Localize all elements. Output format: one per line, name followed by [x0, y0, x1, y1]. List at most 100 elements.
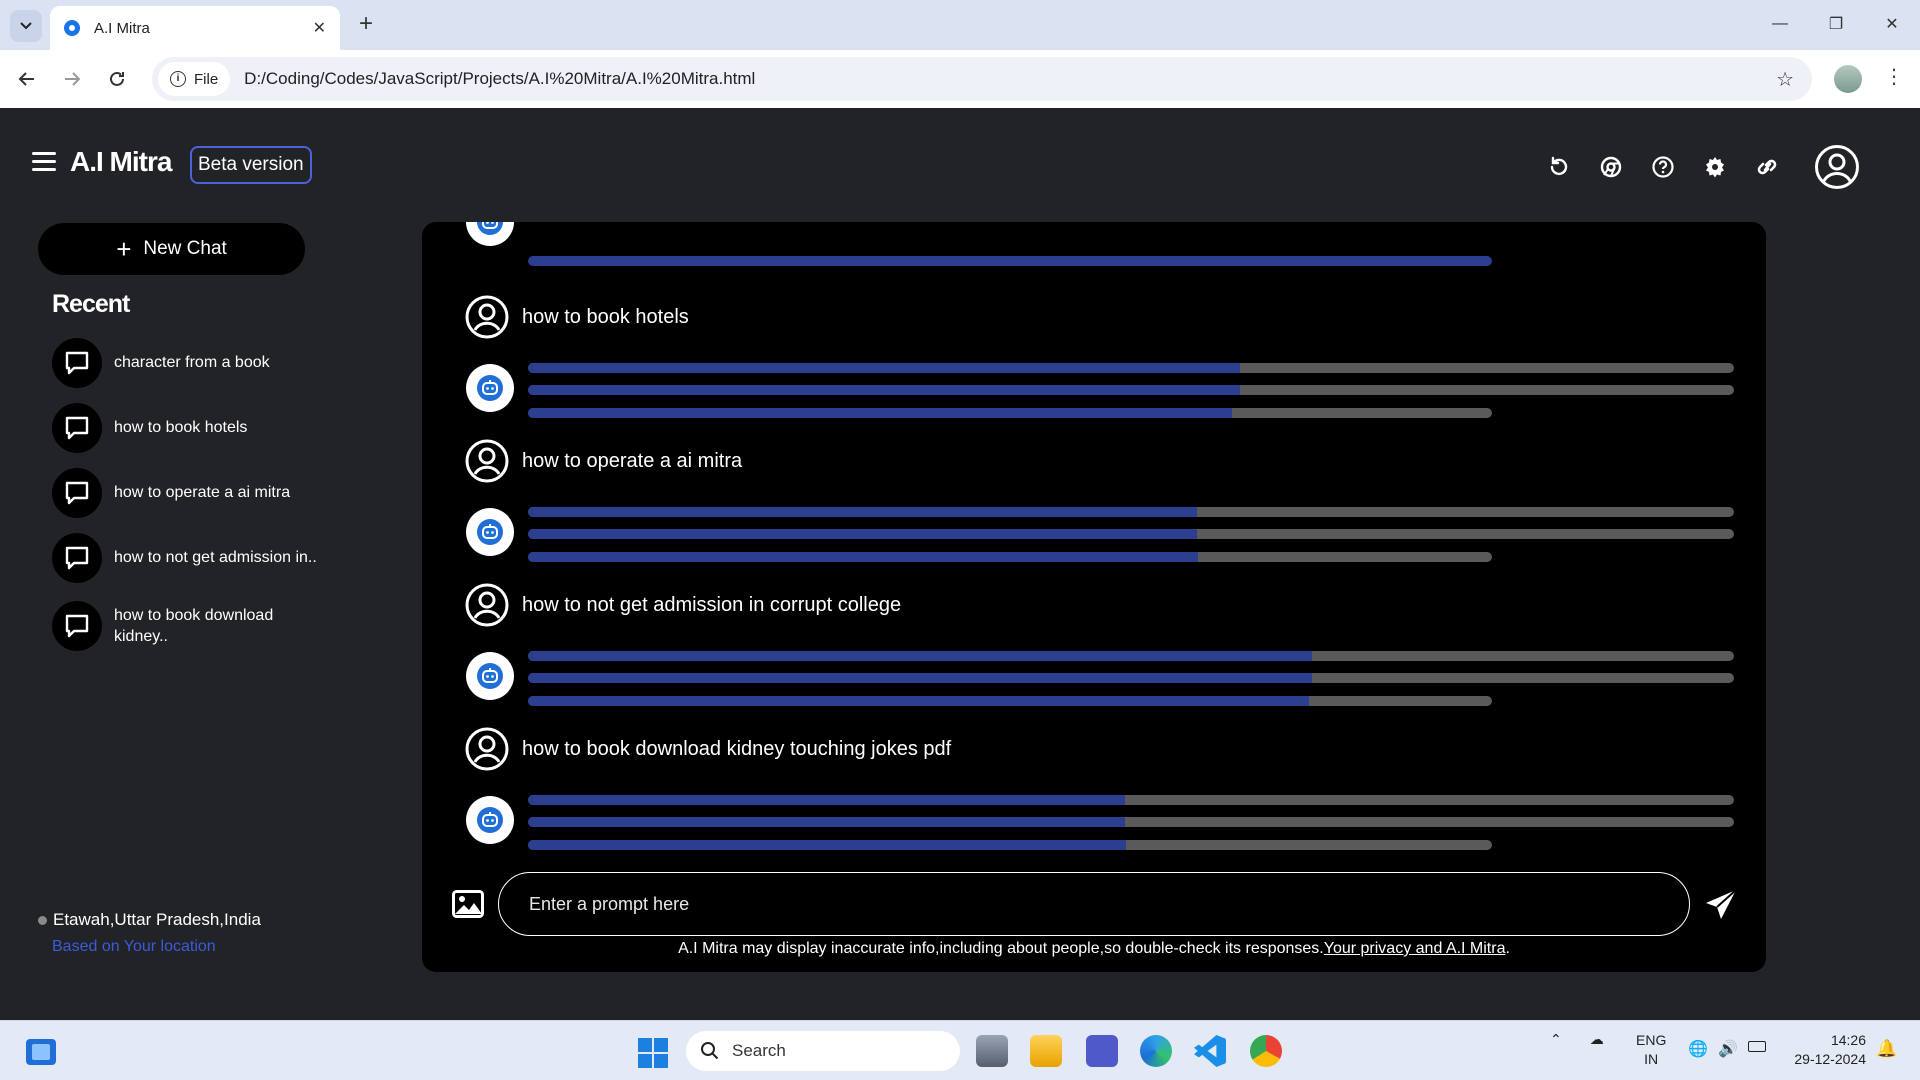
location-link[interactable]: Based on Your location	[52, 938, 261, 956]
recent-item-label: how to book download kidney..	[114, 607, 274, 645]
recent-item-label: how to not get admission in..	[114, 549, 317, 566]
loading-bar	[528, 673, 1734, 683]
onedrive-icon[interactable]: ☁	[1590, 1031, 1604, 1048]
message-list[interactable]: how to book hotels how to operate a ai m…	[422, 222, 1766, 870]
loading-bar	[528, 408, 1492, 418]
menu-icon[interactable]	[32, 152, 56, 172]
chrome-icon[interactable]	[1598, 154, 1624, 180]
taskbar-search[interactable]: Search	[686, 1031, 960, 1071]
chat-bubble-icon	[52, 337, 102, 388]
window-controls: — ❐ ✕	[1752, 0, 1920, 48]
browser-menu-icon[interactable]: ⋮	[1884, 64, 1904, 89]
widgets-icon[interactable]	[26, 1039, 56, 1065]
chat-panel: how to book hotels how to operate a ai m…	[422, 222, 1766, 972]
bookmark-star-icon[interactable]: ☆	[1776, 67, 1794, 92]
user-message-text: how to book download kidney touching jok…	[522, 737, 952, 760]
tab-title: A.I Mitra	[94, 19, 150, 37]
new-chat-label: New Chat	[143, 238, 227, 259]
url-text[interactable]: D:/Coding/Codes/JavaScript/Projects/A.I%…	[244, 69, 1776, 89]
user-avatar-icon	[465, 439, 509, 483]
back-button[interactable]	[12, 64, 42, 94]
loading-bar	[528, 256, 1492, 266]
vscode-icon[interactable]	[1194, 1035, 1226, 1067]
recent-item[interactable]: how to book hotels	[52, 395, 352, 460]
language-indicator[interactable]: ENG IN	[1636, 1031, 1666, 1069]
close-window-button[interactable]: ✕	[1864, 0, 1920, 48]
prompt-bar	[422, 872, 1766, 936]
info-icon: i	[170, 71, 186, 87]
loading-bar	[528, 552, 1492, 562]
user-avatar-icon	[465, 583, 509, 627]
browser-tabstrip: A.I Mitra ✕ + — ❐ ✕	[0, 0, 1920, 50]
file-explorer-icon[interactable]	[1030, 1035, 1062, 1067]
top-icon-bar	[1520, 144, 1860, 190]
image-upload-icon[interactable]	[452, 890, 484, 918]
battery-icon[interactable]	[1748, 1041, 1766, 1052]
send-icon[interactable]	[1704, 888, 1738, 922]
user-message: how to book download kidney touching jok…	[464, 726, 951, 772]
loading-bar	[528, 696, 1492, 706]
app-brand: A.I Mitra	[70, 146, 172, 177]
help-icon[interactable]	[1650, 154, 1676, 180]
user-account-icon[interactable]	[1814, 144, 1860, 190]
forward-button[interactable]	[57, 64, 87, 94]
loading-bar	[528, 363, 1734, 373]
location-info: Etawah,Uttar Pradesh,India Based on Your…	[38, 910, 261, 956]
loading-bar	[528, 840, 1492, 850]
bot-avatar-icon	[466, 222, 514, 246]
tab-search-button[interactable]	[10, 10, 42, 42]
edge-icon[interactable]	[1140, 1035, 1172, 1067]
search-icon	[701, 1042, 719, 1060]
privacy-link[interactable]: Your privacy and A.I Mitra	[1324, 940, 1506, 957]
bot-avatar-icon	[466, 652, 514, 700]
windows-taskbar: Search ⌃ ☁ ENG IN 🌐 🔊 14:26 29-12-2024 🔔	[0, 1020, 1920, 1080]
bot-avatar-icon	[466, 364, 514, 412]
teams-icon[interactable]	[1086, 1035, 1118, 1067]
chat-bubble-icon	[52, 532, 102, 583]
prompt-input[interactable]	[498, 872, 1690, 936]
loading-bar	[528, 385, 1734, 395]
close-tab-icon[interactable]: ✕	[313, 18, 326, 38]
disclaimer: A.I Mitra may display inaccurate info,in…	[422, 940, 1766, 958]
link-icon[interactable]	[1754, 154, 1780, 180]
new-tab-button[interactable]: +	[352, 10, 380, 38]
notification-bell-icon[interactable]: 🔔	[1876, 1039, 1897, 1059]
address-bar[interactable]: i File D:/Coding/Codes/JavaScript/Projec…	[152, 57, 1812, 101]
recent-item-label: character from a book	[114, 354, 270, 371]
recent-item[interactable]: character from a book	[52, 330, 352, 395]
chat-bubble-icon	[52, 467, 102, 518]
arrow-right-icon	[65, 72, 81, 86]
chevron-up-icon[interactable]: ⌃	[1550, 1031, 1562, 1048]
history-icon[interactable]	[1546, 154, 1572, 180]
profile-avatar[interactable]	[1834, 65, 1862, 93]
system-tray: ⌃ ☁	[1550, 1031, 1604, 1048]
clock[interactable]: 14:26 29-12-2024	[1780, 1031, 1866, 1069]
arrow-left-icon	[18, 72, 34, 86]
network-icon[interactable]: 🌐	[1688, 1039, 1708, 1059]
windows-start-icon[interactable]	[638, 1038, 668, 1068]
new-chat-button[interactable]: + New Chat	[38, 223, 305, 275]
disclaimer-end: .	[1505, 940, 1510, 957]
user-message-text: how to operate a ai mitra	[522, 449, 743, 472]
reload-button[interactable]	[102, 64, 132, 94]
task-view-icon[interactable]	[976, 1035, 1008, 1067]
settings-gear-icon[interactable]	[1702, 154, 1728, 180]
restore-button[interactable]: ❐	[1808, 0, 1864, 48]
clock-date: 29-12-2024	[1794, 1051, 1866, 1067]
minimize-button[interactable]: —	[1752, 0, 1808, 48]
disclaimer-text: A.I Mitra may display inaccurate info,in…	[678, 940, 1324, 957]
user-avatar-icon	[465, 295, 509, 339]
bot-avatar-icon	[466, 508, 514, 556]
recent-item-label: how to operate a ai mitra	[114, 484, 291, 501]
loading-bar	[528, 507, 1734, 517]
volume-icon[interactable]: 🔊	[1718, 1039, 1738, 1059]
site-info-chip[interactable]: i File	[158, 62, 231, 96]
recent-heading: Recent	[52, 290, 130, 318]
user-message: how to book hotels	[464, 294, 689, 340]
location-dot-icon	[38, 915, 47, 925]
recent-item[interactable]: how to operate a ai mitra	[52, 460, 352, 525]
recent-item[interactable]: how to book download kidney..	[52, 590, 352, 662]
browser-tab[interactable]: A.I Mitra ✕	[50, 6, 340, 50]
chrome-taskbar-icon[interactable]	[1250, 1035, 1282, 1067]
recent-item[interactable]: how to not get admission in..	[52, 525, 352, 590]
